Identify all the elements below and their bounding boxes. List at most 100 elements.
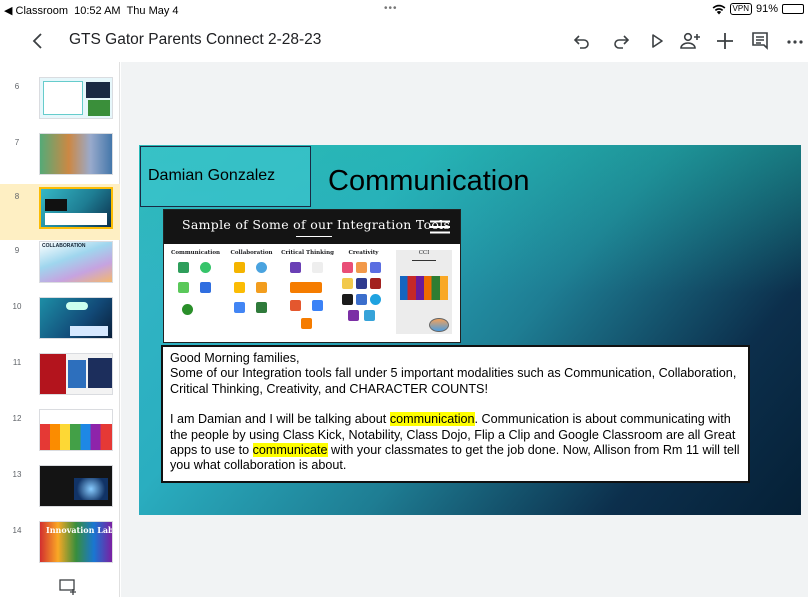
app-icon <box>301 318 312 329</box>
thumbnail-image <box>39 465 113 507</box>
add-person-icon <box>680 32 700 49</box>
presenter-name: Damian Gonzalez <box>148 167 276 184</box>
slide-body-textbox[interactable]: Good Morning families, Some of our Integ… <box>161 345 750 483</box>
app-icon <box>364 310 375 321</box>
slide-thumbnail-9[interactable]: 9 COLLABORATION <box>0 238 120 294</box>
app-icon <box>234 302 245 313</box>
thumbnail-text: Innovation Labs <box>46 525 113 535</box>
tools-column-label: Collaboration <box>230 250 273 256</box>
redo-button[interactable] <box>609 29 633 53</box>
slide-number: 7 <box>14 138 20 147</box>
slide-thumbnail-7[interactable]: 7 <box>0 130 120 186</box>
slide-thumbnail-13[interactable]: 13 <box>0 462 120 518</box>
chevron-left-icon <box>32 33 42 49</box>
slide-number: 13 <box>12 470 22 479</box>
app-icon <box>370 294 381 305</box>
document-title[interactable]: GTS Gator Parents Connect 2-28-23 <box>69 31 321 49</box>
tools-column-label: Communication <box>171 250 220 256</box>
multitasking-dots-icon[interactable]: ••• <box>384 3 398 14</box>
slide-filmstrip[interactable]: 6 7 8 9 COLLABORATION 10 11 12 13 14 Inn… <box>0 62 120 597</box>
back-button[interactable] <box>26 29 50 53</box>
app-icon <box>200 262 211 273</box>
share-button[interactable] <box>678 29 702 53</box>
slide-thumbnail-12[interactable]: 12 <box>0 406 120 462</box>
slide-number: 9 <box>14 246 20 255</box>
thumbnail-image <box>39 77 113 119</box>
tools-column-collaboration: Collaboration <box>224 250 279 340</box>
tools-column-critical-thinking: Critical Thinking <box>280 250 335 340</box>
comments-icon <box>752 32 768 50</box>
tools-column-communication: Communication <box>168 250 223 340</box>
thumbnail-image <box>39 133 113 175</box>
play-icon <box>652 34 663 48</box>
undo-button[interactable] <box>570 29 594 53</box>
presenter-name-box[interactable]: Damian Gonzalez <box>140 146 311 207</box>
thumbnail-image <box>39 187 113 229</box>
slide-number: 10 <box>12 302 22 311</box>
slide-number: 6 <box>14 82 20 91</box>
slide-canvas[interactable]: Damian Gonzalez Communication Sample of … <box>121 62 808 597</box>
back-to-app-link[interactable]: ◀ Classroom <box>4 4 68 17</box>
integration-tools-image[interactable]: Sample of Some of our Integration Tools … <box>163 209 461 343</box>
app-icon <box>290 282 322 293</box>
cci-divider <box>412 260 436 261</box>
highlighted-word: communicate <box>252 443 328 458</box>
insert-button[interactable] <box>713 29 737 53</box>
slide-thumbnail-6[interactable]: 6 <box>0 74 120 130</box>
app-icon <box>178 282 189 293</box>
app-icon <box>256 262 267 273</box>
status-bar: ◀ Classroom 10:52 AM Thu May 4 ••• VPN 9… <box>0 0 808 20</box>
thumbnail-text: COLLABORATION <box>42 243 86 249</box>
thumbnail-image <box>39 297 113 339</box>
gator-logo-icon <box>429 318 449 332</box>
slide-number: 11 <box>12 358 22 367</box>
app-icon <box>356 294 367 305</box>
app-icon <box>178 262 189 273</box>
communication-paragraph: I am Damian and I will be talking about … <box>170 412 741 474</box>
tools-column-cci: CCI <box>396 250 452 334</box>
present-button[interactable] <box>645 29 669 53</box>
slide-thumbnail-14[interactable]: 14 Innovation Labs <box>0 518 120 574</box>
slide-thumbnail-10[interactable]: 10 <box>0 294 120 350</box>
paragraph-text: I am Damian and I will be talking about <box>170 412 390 427</box>
toolbar: GTS Gator Parents Connect 2-28-23 <box>0 20 808 62</box>
status-time: 10:52 AM <box>74 4 121 17</box>
app-icon <box>342 262 353 273</box>
greeting-text: Good Morning families, <box>170 351 300 365</box>
vpn-badge: VPN <box>729 3 752 15</box>
slide-number: 8 <box>14 192 20 201</box>
slide-thumbnail-11[interactable]: 11 <box>0 350 120 406</box>
tools-column-label: Critical Thinking <box>281 250 334 256</box>
tools-column-creativity: Creativity <box>336 250 391 340</box>
more-icon <box>787 40 803 44</box>
wifi-icon <box>712 4 725 14</box>
app-icon <box>234 262 245 273</box>
app-icon <box>256 302 267 313</box>
menu-icon <box>430 220 450 234</box>
app-icon <box>342 278 353 289</box>
tools-image-header: Sample of Some of our Integration Tools <box>164 210 460 244</box>
new-slide-button[interactable] <box>58 578 80 596</box>
thumbnail-image <box>39 409 113 451</box>
current-slide[interactable]: Damian Gonzalez Communication Sample of … <box>139 145 801 515</box>
battery-icon <box>782 4 804 14</box>
app-icon <box>356 262 367 273</box>
app-icon <box>256 282 267 293</box>
app-icon <box>370 262 381 273</box>
app-icon <box>370 278 381 289</box>
app-icon <box>234 282 245 293</box>
more-options-button[interactable] <box>783 29 807 53</box>
thumbnail-image: Innovation Labs <box>39 521 113 563</box>
divider <box>296 236 332 237</box>
app-icon <box>348 310 359 321</box>
app-icon <box>312 262 323 273</box>
slide-thumbnail-8[interactable]: 8 <box>0 184 120 240</box>
comments-button[interactable] <box>748 29 772 53</box>
slide-title[interactable]: Communication <box>328 165 529 198</box>
thumbnail-image <box>39 353 113 395</box>
highlighted-word: communication <box>389 412 475 427</box>
battery-percent: 91% <box>755 3 778 15</box>
slide-number: 12 <box>12 414 22 423</box>
thumbnail-image: COLLABORATION <box>39 241 113 283</box>
